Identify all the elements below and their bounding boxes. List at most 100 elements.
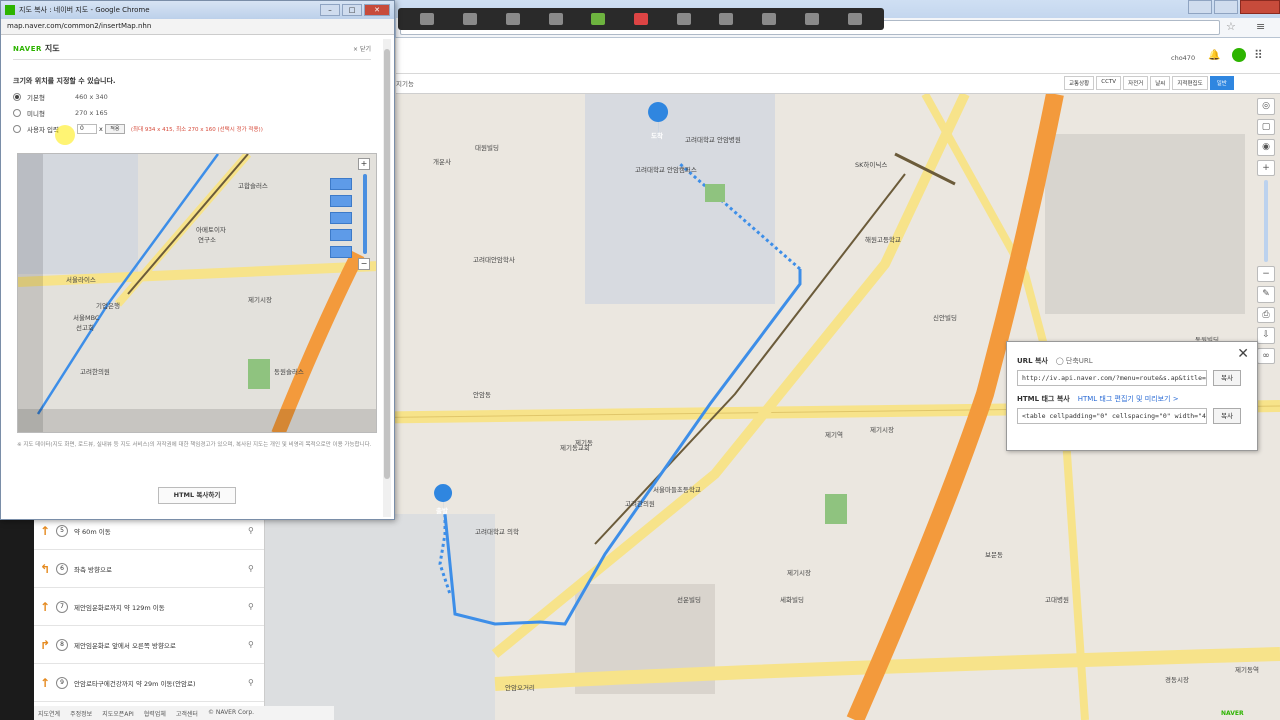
link-icon[interactable]: ∞ (1257, 347, 1275, 365)
map-place: 해원고등학교 (865, 236, 901, 244)
step-pin-icon[interactable]: ⚲ (248, 526, 258, 535)
map-place: 고려대학교 의학 (475, 528, 519, 536)
apps-grid-icon[interactable]: ⠿ (1254, 48, 1263, 62)
settings-icon[interactable] (847, 13, 862, 25)
streetview-icon[interactable]: ◉ (1257, 139, 1275, 156)
menu-icon[interactable]: ≡ (1256, 20, 1265, 33)
tab-general[interactable]: 일반 (1209, 76, 1234, 90)
highlighter-icon[interactable] (591, 13, 606, 25)
turn-left-icon: ↰ (40, 561, 51, 576)
popup-close-window-button[interactable]: ✕ (364, 4, 390, 16)
size-option-basic[interactable]: 기본형 460 x 340 (13, 92, 371, 102)
html-editor-link[interactable]: HTML 태그 편집기 및 미리보기 > (1078, 394, 1179, 404)
radio-button[interactable] (13, 125, 21, 133)
route-directions-panel: ↑ 5 약 60m 이동 ⚲ ↰ 6 좌측 방향으로 ⚲ ↑ 7 제안임운화로까… (34, 512, 265, 720)
step-pin-icon[interactable]: ⚲ (248, 640, 258, 649)
footer-link[interactable]: 지도연계 (38, 709, 60, 718)
step-pin-icon[interactable]: ⚲ (248, 602, 258, 611)
minimize-button[interactable] (1188, 0, 1212, 14)
step-pin-icon[interactable]: ⚲ (248, 564, 258, 573)
preview-side-button[interactable] (330, 195, 352, 207)
custom-width-input[interactable]: 0 (77, 124, 97, 134)
map-place: 고대병원 (1045, 596, 1069, 604)
html-copy-button[interactable]: 복사 (1213, 408, 1241, 424)
popup-minimize-button[interactable]: – (320, 4, 340, 16)
user-id[interactable]: cho470 (1171, 54, 1195, 62)
map-place: 제기시장 (787, 569, 811, 577)
tab-traffic[interactable]: 교통상황 (1064, 76, 1095, 90)
arrow-icon[interactable] (505, 13, 520, 25)
popup-maximize-button[interactable]: □ (342, 4, 362, 16)
route-step[interactable]: ↱ 8 제안임운화로 앞에서 오른쪽 방향으로 ⚲ (34, 626, 264, 664)
record-icon[interactable] (420, 13, 435, 25)
footer-link[interactable]: 고객센터 (176, 709, 198, 718)
screen-recorder-toolbar (398, 8, 884, 30)
tab-bicycle[interactable]: 자전거 (1123, 76, 1149, 90)
option-value: 270 x 165 (75, 109, 108, 117)
map-preview[interactable]: 고합슬러스 아메토이자 연구소 서울라이스 서울MBC 선고회 기업은행 고려한… (17, 153, 377, 433)
print-icon[interactable]: ⎙ (1257, 306, 1275, 324)
route-step[interactable]: ↰ 6 좌측 방향으로 ⚲ (34, 550, 264, 588)
maximize-button[interactable] (1214, 0, 1238, 14)
map-place: 보문동 (985, 551, 1003, 559)
preview-zoom-slider[interactable] (363, 174, 367, 254)
map-place: 개운사 (433, 158, 451, 166)
close-window-button[interactable] (1240, 0, 1280, 14)
undo-icon[interactable] (762, 13, 777, 25)
toolbar-tabs: 교통상황 CCTV 자전거 날씨 지적편집도 일반 (1064, 76, 1234, 90)
preview-label: 고려한의원 (80, 368, 110, 376)
step-text: 좌측 방향으로 (74, 565, 112, 574)
zoom-slider[interactable] (1264, 180, 1268, 262)
pen-icon[interactable] (463, 13, 478, 25)
scrollbar-thumb[interactable] (384, 49, 390, 479)
tab-cadastral[interactable]: 지적편집도 (1172, 76, 1208, 90)
radio-button[interactable] (13, 93, 21, 101)
html-copy-button[interactable]: HTML 복사하기 (158, 487, 236, 504)
preview-zoom-in-icon[interactable]: + (358, 158, 370, 170)
url-input[interactable]: http://iv.api.naver.com/?menu=route&s.ap… (1017, 370, 1207, 386)
text-icon[interactable] (719, 13, 734, 25)
html-input[interactable]: <table cellpadding="0" cellspacing="0" w… (1017, 408, 1207, 424)
star-icon[interactable]: ☆ (1226, 20, 1236, 33)
zoom-out-icon[interactable]: − (1257, 265, 1275, 283)
url-copy-button[interactable]: 복사 (1213, 370, 1241, 386)
size-option-mini[interactable]: 미니형 270 x 165 (13, 108, 371, 118)
tab-cctv[interactable]: CCTV (1096, 76, 1122, 90)
close-icon[interactable]: ✕ (1237, 346, 1249, 362)
tab-weather[interactable]: 날씨 (1150, 76, 1171, 90)
short-url-toggle[interactable]: ◯ 단축URL (1056, 356, 1093, 366)
route-step[interactable]: ↑ 7 제안임운화로까지 약 129m 이동 ⚲ (34, 588, 264, 626)
popup-scrollbar[interactable] (383, 39, 391, 517)
preview-side-button[interactable] (330, 212, 352, 224)
preview-side-button[interactable] (330, 229, 352, 241)
step-text: 제안임운화로까지 약 129m 이동 (74, 603, 165, 612)
footer-links: 지도연계 주정정보 지도오픈API 협력업체 고객센터 © NAVER Corp… (34, 706, 334, 720)
url-copy-box: http://iv.api.naver.com/?menu=route&s.ap… (1017, 370, 1247, 386)
popup-close-link[interactable]: × 닫기 (353, 44, 371, 53)
preview-zoom-out-icon[interactable]: − (358, 258, 370, 270)
step-pin-icon[interactable]: ⚲ (248, 678, 258, 687)
apply-button[interactable]: 적용 (104, 124, 125, 134)
pause-icon[interactable] (804, 13, 819, 25)
layers-icon[interactable]: ▢ (1257, 118, 1275, 135)
line-icon[interactable] (548, 13, 563, 25)
color-icon[interactable] (633, 13, 648, 25)
footer-link[interactable]: 협력업체 (144, 709, 166, 718)
url-copy-title: URL 복사 (1017, 357, 1048, 365)
zoom-in-icon[interactable]: + (1257, 159, 1275, 176)
save-icon[interactable]: ⇩ (1257, 327, 1275, 344)
preview-side-button[interactable] (330, 246, 352, 258)
footer-link[interactable]: 지도오픈API (102, 709, 134, 718)
mail-icon[interactable] (1232, 48, 1246, 62)
ruler-icon[interactable]: ✎ (1257, 286, 1275, 303)
current-location-icon[interactable]: ◎ (1257, 98, 1275, 115)
bell-icon[interactable]: 🔔 (1208, 50, 1220, 61)
preview-label: 선고회 (76, 324, 94, 332)
preview-side-button[interactable] (330, 178, 352, 190)
radio-button[interactable] (13, 109, 21, 117)
preview-label: 서울MBC (73, 314, 100, 322)
footer-link[interactable]: 주정정보 (70, 709, 92, 718)
popup-url-bar[interactable]: map.naver.com/common2/insertMap.nhn (1, 19, 394, 35)
eraser-icon[interactable] (676, 13, 691, 25)
route-step[interactable]: ↑ 9 안암로타구에건강까지 약 29m 이동(안암로) ⚲ (34, 664, 264, 702)
